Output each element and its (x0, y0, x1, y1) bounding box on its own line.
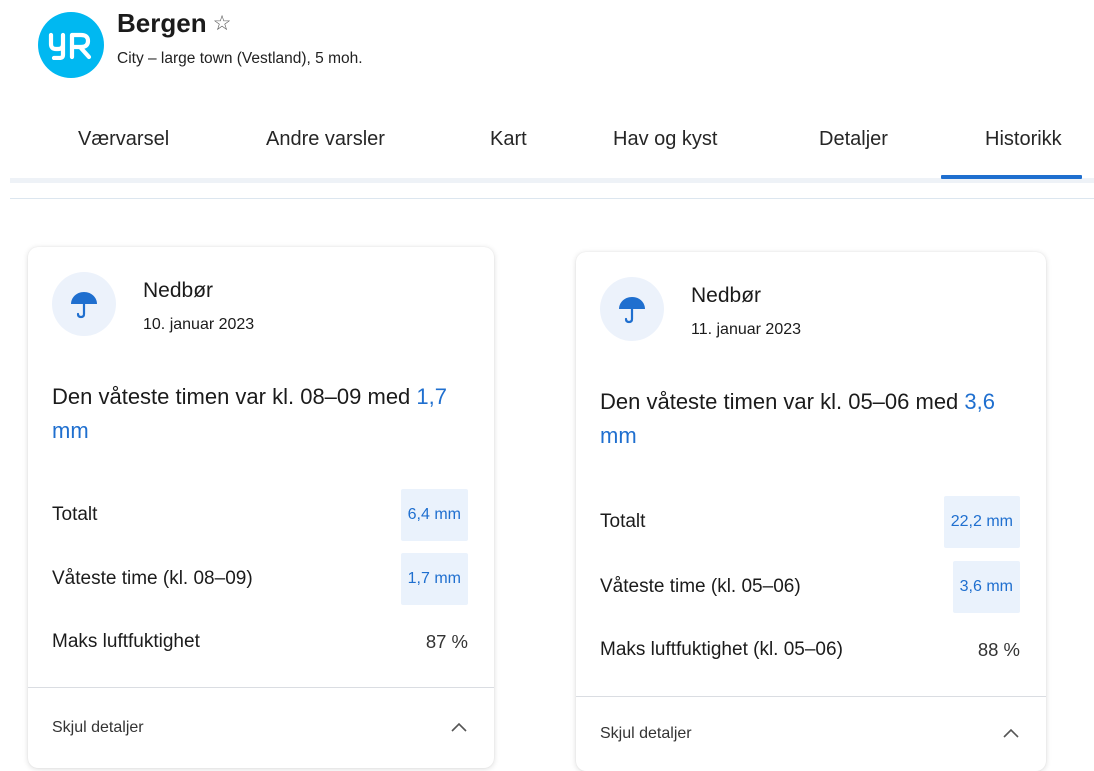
yr-logo-icon (48, 32, 92, 60)
stat-label: Maks luftfuktighet (52, 631, 200, 652)
stat-row-wettest-hour: Våteste time (kl. 05–06) 3,6 mm (600, 561, 1020, 613)
stat-label: Totalt (600, 511, 646, 532)
headline-text: Den våteste timen var kl. 05–06 med (600, 389, 965, 414)
stat-value: 88 % (977, 639, 1020, 660)
tab-hav-og-kyst[interactable]: Hav og kyst (613, 128, 717, 151)
chevron-up-icon (451, 722, 467, 732)
stat-label: Våteste time (kl. 08–09) (52, 568, 253, 589)
yr-logo[interactable] (38, 12, 104, 78)
main-tabs: Værvarsel Andre varsler Kart Hav og kyst… (10, 108, 1094, 183)
favorite-star-icon[interactable]: ☆ (213, 13, 232, 34)
card-headline: Den våteste timen var kl. 08–09 med 1,7 … (52, 380, 482, 448)
stat-value: 87 % (425, 631, 468, 652)
stat-label: Våteste time (kl. 05–06) (600, 576, 801, 597)
stat-label: Maks luftfuktighet (kl. 05–06) (600, 639, 843, 660)
stat-row-total: Totalt 22,2 mm (600, 496, 1020, 548)
hide-details-label: Skjul detaljer (600, 725, 692, 742)
stat-value: 6,4 mm (400, 489, 468, 541)
card-title: Nedbør (143, 279, 214, 302)
tab-vaervarsel[interactable]: Værvarsel (78, 128, 169, 151)
stat-label: Totalt (52, 504, 98, 525)
chevron-up-icon (1003, 728, 1019, 738)
card-date: 10. januar 2023 (143, 316, 255, 333)
location-name: Bergen (117, 8, 207, 38)
stat-row-max-humidity: Maks luftfuktighet 87 % (52, 616, 468, 668)
card-title: Nedbør (691, 284, 762, 307)
section-divider (10, 198, 1094, 199)
tab-detaljer[interactable]: Detaljer (819, 128, 888, 151)
stat-row-total: Totalt 6,4 mm (52, 489, 468, 541)
hide-details-toggle[interactable]: Skjul detaljer (28, 687, 494, 768)
precipitation-card: Nedbør 11. januar 2023 Den våteste timen… (576, 252, 1046, 771)
stat-value: 1,7 mm (400, 553, 468, 605)
tab-historikk[interactable]: Historikk (941, 128, 1082, 179)
stat-value: 3,6 mm (952, 561, 1020, 613)
stat-row-max-humidity: Maks luftfuktighet (kl. 05–06) 88 % (600, 624, 1020, 676)
umbrella-icon (600, 277, 664, 341)
location-title: Bergen ☆ (117, 8, 231, 39)
card-date: 11. januar 2023 (691, 321, 802, 338)
hide-details-label: Skjul detaljer (52, 719, 144, 736)
stat-row-wettest-hour: Våteste time (kl. 08–09) 1,7 mm (52, 553, 468, 605)
stat-value: 22,2 mm (943, 496, 1020, 548)
location-subtitle: City – large town (Vestland), 5 moh. (117, 50, 363, 67)
headline-text: Den våteste timen var kl. 08–09 med (52, 384, 417, 409)
hide-details-toggle[interactable]: Skjul detaljer (576, 696, 1046, 771)
umbrella-icon (52, 272, 116, 336)
tab-kart[interactable]: Kart (490, 128, 527, 151)
tab-andre-varsler[interactable]: Andre varsler (266, 128, 385, 151)
card-headline: Den våteste timen var kl. 05–06 med 3,6 … (600, 385, 1030, 453)
precipitation-card: Nedbør 10. januar 2023 Den våteste timen… (28, 247, 494, 768)
